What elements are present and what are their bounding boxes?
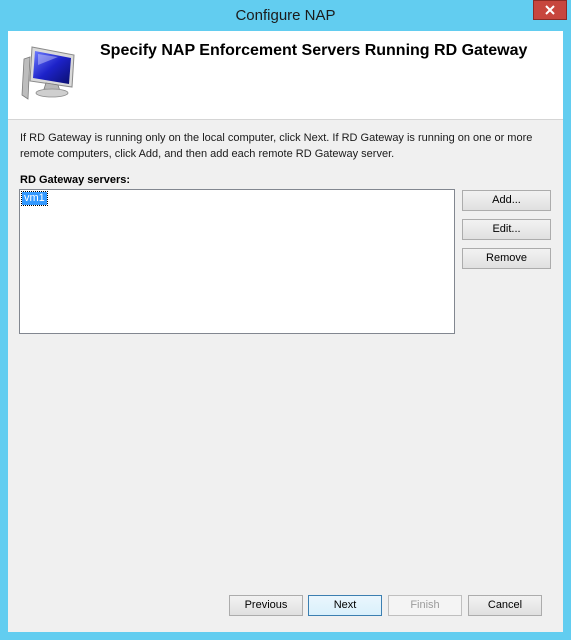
window-title: Configure NAP	[235, 7, 336, 24]
close-icon	[545, 5, 555, 15]
add-button[interactable]: Add...	[462, 190, 551, 211]
next-button[interactable]: Next	[308, 595, 382, 616]
servers-list-label: RD Gateway servers:	[20, 174, 131, 186]
cancel-button[interactable]: Cancel	[468, 595, 542, 616]
edit-button[interactable]: Edit...	[462, 219, 551, 240]
list-item[interactable]: vm1	[21, 191, 48, 206]
page-title: Specify NAP Enforcement Servers Running …	[100, 42, 528, 59]
wizard-header: Specify NAP Enforcement Servers Running …	[8, 31, 563, 120]
computer-monitor-icon	[21, 46, 75, 100]
title-bar[interactable]: Configure NAP	[0, 0, 571, 31]
instructions-text: If RD Gateway is running only on the loc…	[20, 132, 533, 160]
previous-button[interactable]: Previous	[229, 595, 303, 616]
servers-listbox[interactable]: vm1	[19, 189, 455, 334]
remove-button[interactable]: Remove	[462, 248, 551, 269]
close-button[interactable]	[533, 0, 567, 20]
finish-button[interactable]: Finish	[388, 595, 462, 616]
configure-nap-window: Configure NAP Specify NAP Enforcement Se…	[0, 0, 571, 640]
dialog-body: Specify NAP Enforcement Servers Running …	[8, 31, 563, 632]
